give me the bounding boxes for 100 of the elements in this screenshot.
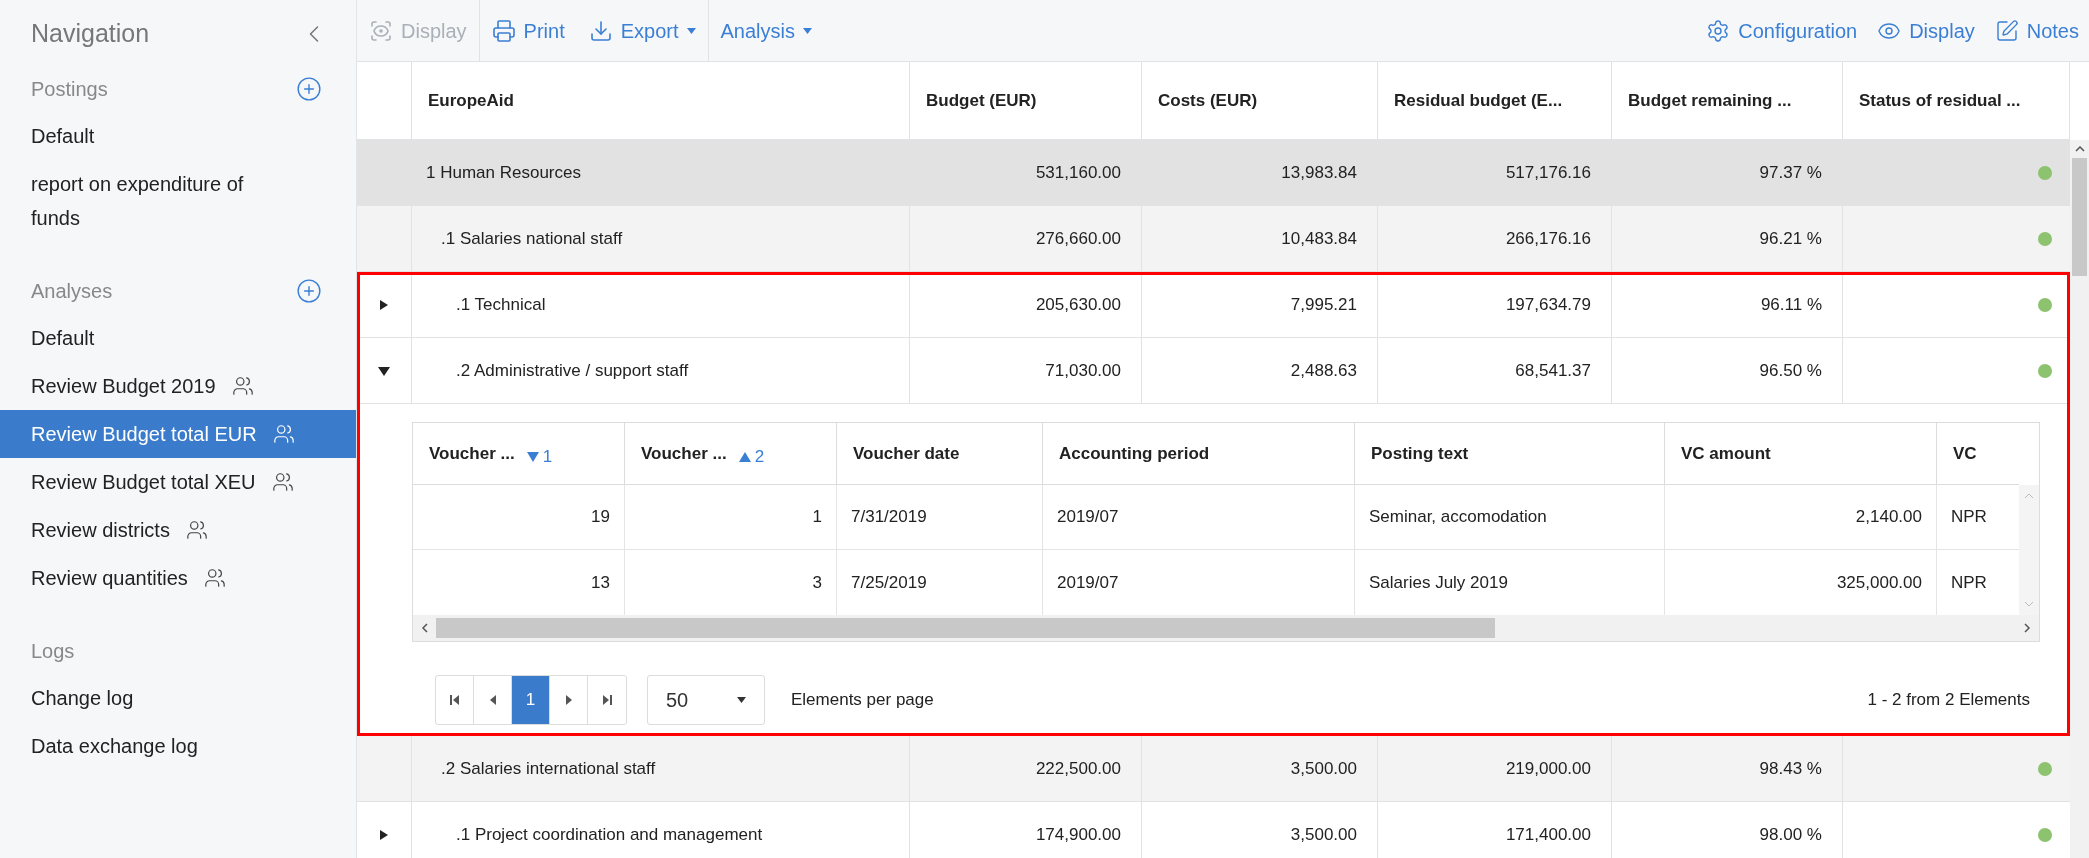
first-page-icon [449,695,460,705]
item-label: Review Budget total EUR [31,422,257,447]
table-cell: 96.11 % [1612,272,1843,337]
column-header[interactable]: Voucher ... 2 [625,423,837,484]
scrollbar-thumb[interactable] [2072,158,2087,276]
column-header[interactable]: Budget (EUR) [910,62,1142,139]
table-cell: .2 Administrative / support staff [412,338,910,403]
table-cell: .2 Salaries international staff [412,736,910,801]
toolbar-button[interactable]: Print [479,8,577,53]
expand-arrow-icon[interactable] [378,298,390,311]
table-cell: .1 Technical [412,272,910,337]
table-cell: 266,176.16 [1378,206,1612,271]
item-label: Change log [31,686,134,711]
toolbar-button[interactable]: Configuration [1696,8,1868,53]
item-label: Review districts [31,518,170,543]
sidebar-item[interactable]: Review districts [0,506,356,554]
column-title: Voucher ... [429,442,515,465]
table-cell: 96.21 % [1612,206,1843,271]
sidebar-item[interactable]: Default [0,314,356,362]
page-size-select[interactable]: 50 [647,675,765,725]
table-cell: 2019/07 [1043,485,1355,549]
column-header[interactable]: Status of residual ... [1843,62,2070,139]
sort-order: 2 [754,448,765,465]
table-cell: 98.00 % [1612,802,1843,858]
section-title: Postings [31,77,108,102]
column-title: Voucher ... [641,442,727,465]
collapse-arrow-icon[interactable] [378,364,390,377]
page-button[interactable]: 1 [512,676,550,724]
sidebar-item[interactable]: Review Budget total XEU [0,458,356,506]
table-cell: 197,634.79 [1378,272,1612,337]
table-cell: 3,500.00 [1142,736,1378,801]
table-cell-text: NPR [1950,571,1988,594]
column-header[interactable]: Voucher date [837,423,1043,484]
add-icon[interactable] [296,76,322,102]
table-cell: 531,160.00 [910,140,1142,205]
display-icon [369,18,393,43]
dropdown-caret-icon [737,697,746,703]
expand-arrow-icon[interactable] [378,828,390,841]
table-cell: 71,030.00 [910,338,1142,403]
sidebar-item[interactable]: Review Budget 2019 [0,362,356,410]
horizontal-scrollbar[interactable] [413,615,2039,641]
toolbar-button[interactable]: Notes [1984,8,2089,53]
toolbar-button[interactable]: Analysis [708,8,824,53]
column-header[interactable]: Posting text [1355,423,1665,484]
column-header[interactable]: VC amount [1665,423,1937,484]
printer-icon [491,18,516,43]
column-header[interactable]: EuropeAid [412,62,910,139]
column-header[interactable]: Budget remaining ... [1612,62,1843,139]
column-header[interactable]: Costs (EUR) [1142,62,1378,139]
table-cell: .1 Salaries national staff [412,206,910,271]
column-title: Voucher date [853,442,960,465]
toolbar-button[interactable]: Export [576,8,708,53]
table-cell: .1 Project coordination and management [412,802,910,858]
column-header[interactable]: VC [1937,423,2019,484]
column-header[interactable]: Voucher ... 1 [413,423,625,484]
table-cell: 96.50 % [1612,338,1843,403]
column-header[interactable]: Accounting period [1043,423,1355,484]
sidebar-item[interactable]: Default [0,112,356,160]
item-label: report on expenditure of funds [31,172,245,231]
table-cell: 13,983.84 [1142,140,1378,205]
add-icon[interactable] [296,278,322,304]
sidebar-item[interactable]: Review Budget total EUR [0,410,356,458]
table-cell: 219,000.00 [1378,736,1612,801]
table-cell: 68,541.37 [1378,338,1612,403]
table-cell: 205,630.00 [910,272,1142,337]
table-cell: 222,500.00 [910,736,1142,801]
scrollbar-thumb[interactable] [436,618,1495,638]
table-cell: 98.43 % [1612,736,1843,801]
edit-icon [1994,18,2019,43]
table-cell: 171,400.00 [1378,802,1612,858]
page-size-label: Elements per page [791,689,934,712]
table-cell: 276,660.00 [910,206,1142,271]
toolbar-button[interactable]: Display [1867,8,1985,53]
table-cell: 2,488.63 [1142,338,1378,403]
sidebar-item[interactable]: Change log [0,674,356,722]
table-cell: 1 Human Resources [412,140,910,205]
last-page-icon [601,695,613,705]
table-cell: 3,500.00 [1142,802,1378,858]
table-cell: 97.37 % [1612,140,1843,205]
table-cell: 517,176.16 [1378,140,1612,205]
table-cell: 174,900.00 [910,802,1142,858]
download-icon [588,18,613,43]
item-label: Review Budget total XEU [31,470,256,495]
table-cell: 10,483.84 [1142,206,1378,271]
sidebar-item[interactable]: Data exchange log [0,722,356,770]
table-cell: 7,995.21 [1142,272,1378,337]
item-label: Default [31,124,95,149]
column-title: VC amount [1681,442,1771,465]
vertical-scrollbar[interactable] [2070,140,2089,858]
column-header[interactable]: Residual budget (E... [1378,62,1612,139]
sidebar-item[interactable]: report on expenditure of funds [0,160,356,242]
section-title: Analyses [31,279,113,304]
column-title: Accounting period [1059,442,1210,465]
sidebar-title: Navigation [31,18,150,50]
sort-order: 1 [542,448,553,465]
item-label: Review Budget 2019 [31,374,216,399]
section-title: Logs [31,639,75,664]
next-page-icon [564,695,573,705]
sidebar-item[interactable]: Review quantities [0,554,356,602]
table-cell: 2,140.00 [1665,485,1937,549]
